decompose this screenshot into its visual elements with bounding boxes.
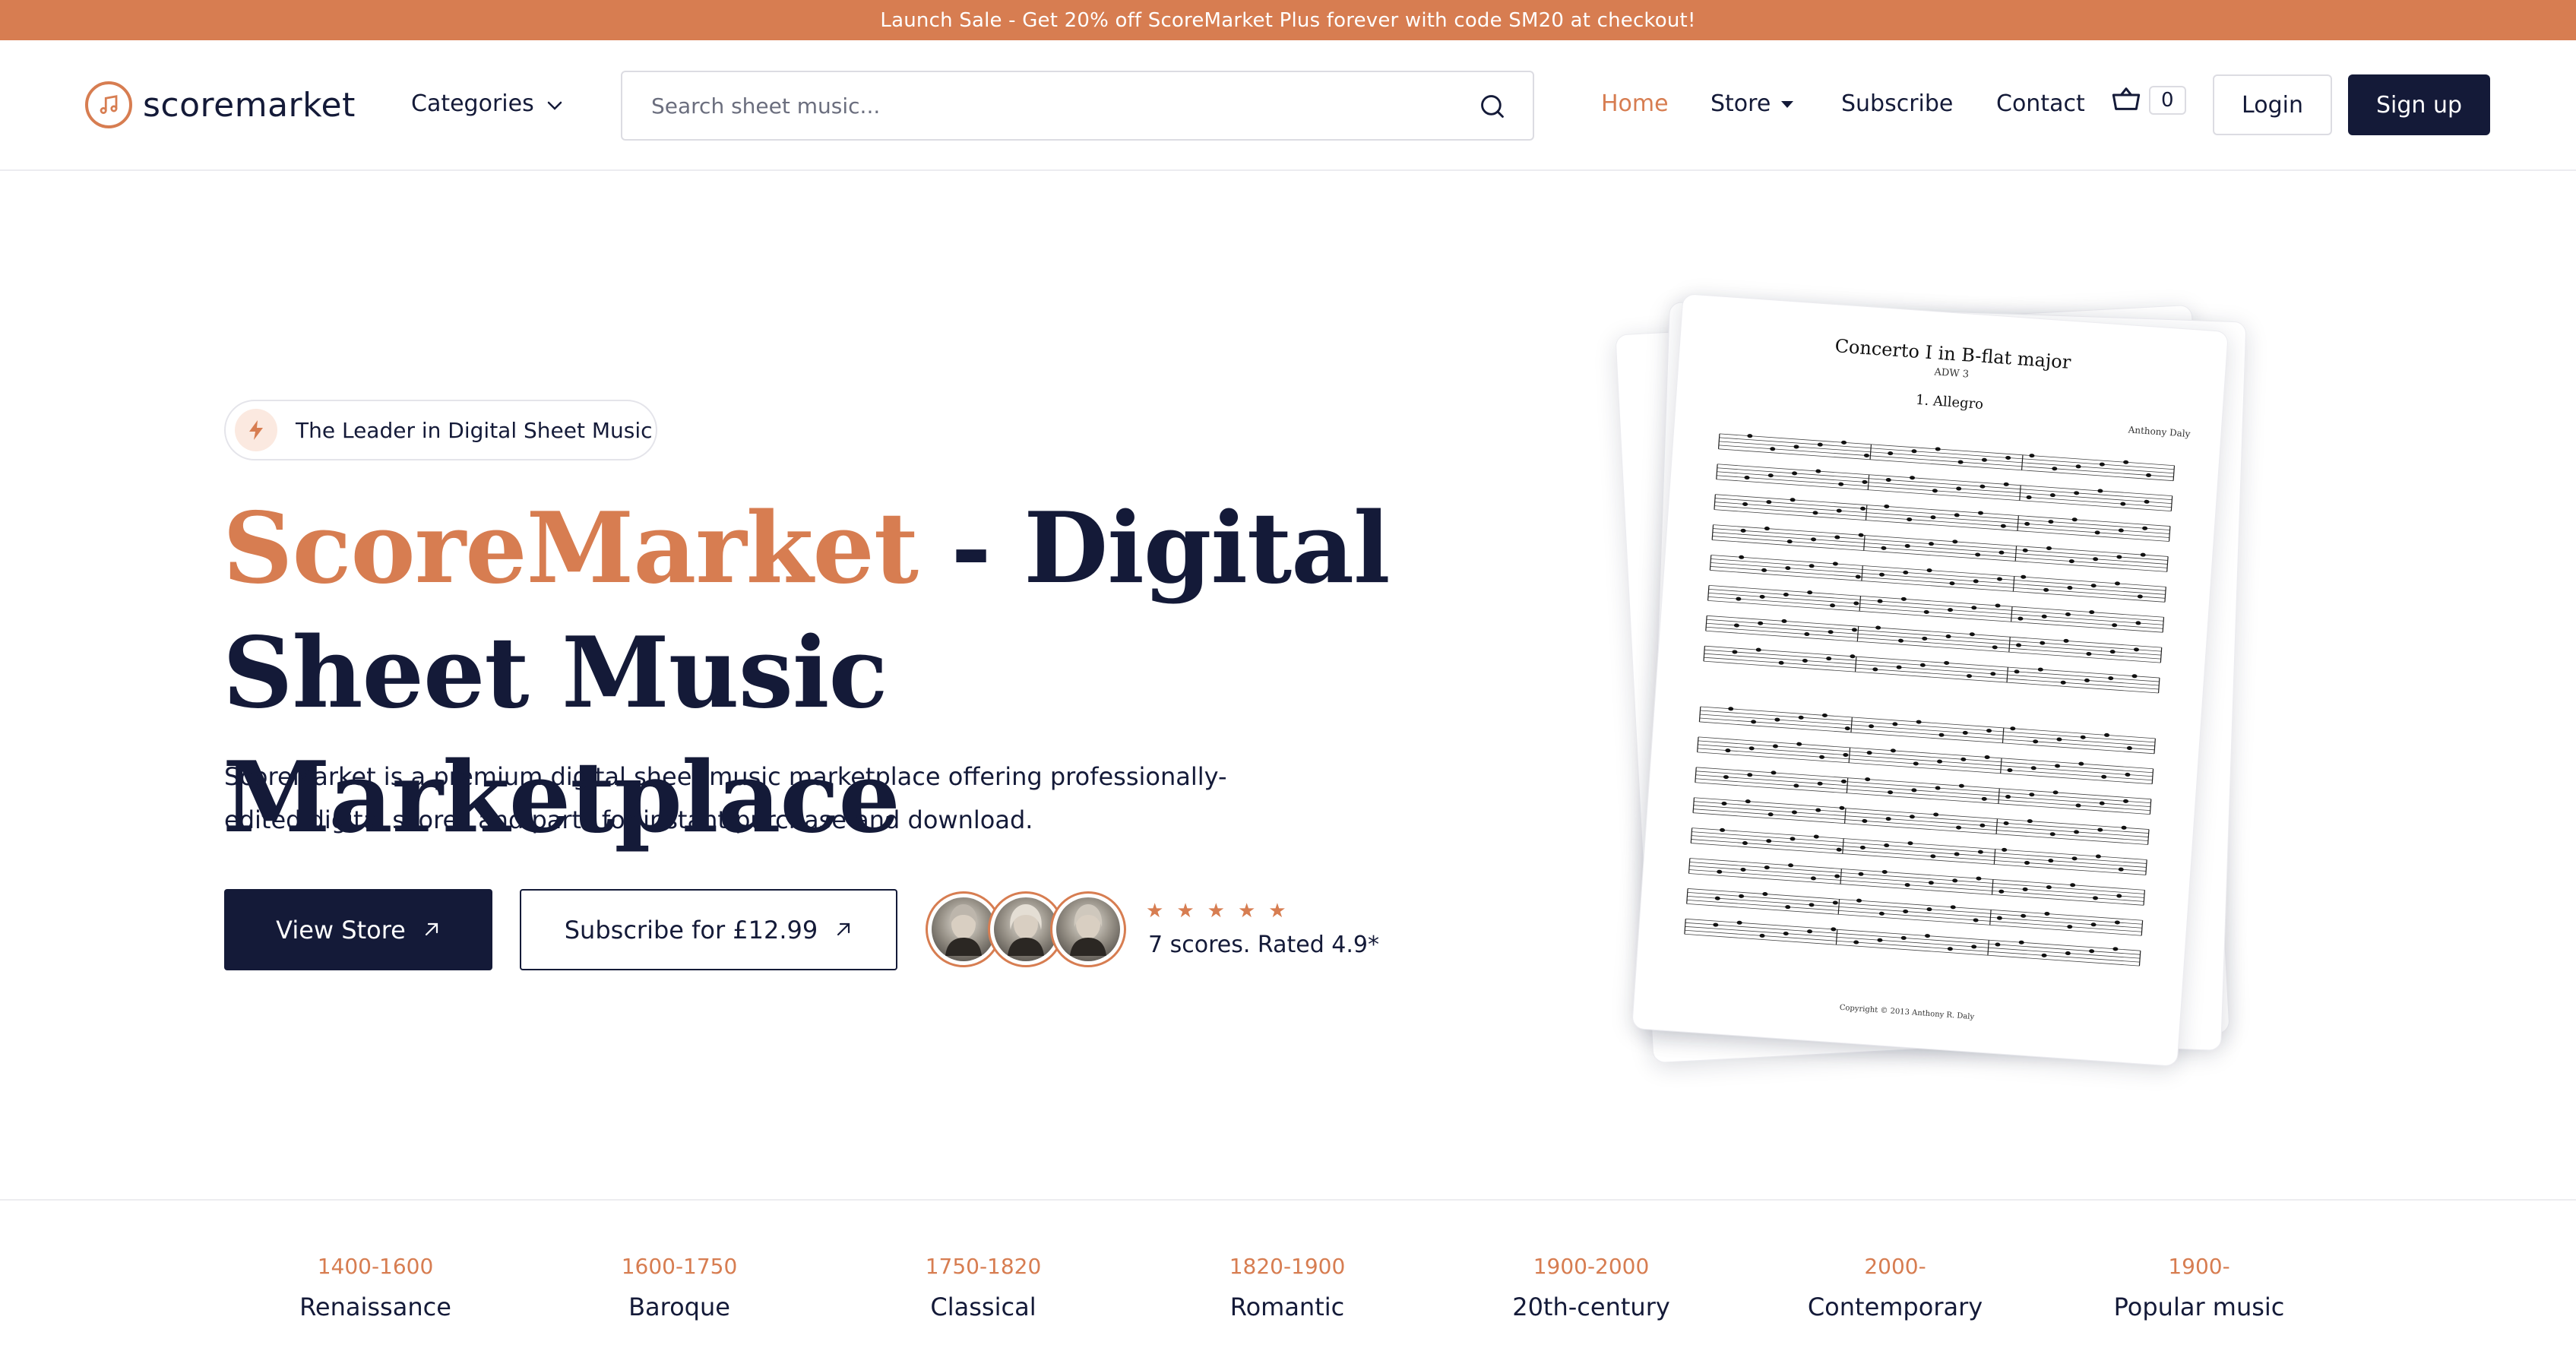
- era-name: Baroque: [628, 1293, 730, 1321]
- era-name: 20th-century: [1512, 1293, 1670, 1321]
- era-item[interactable]: 1820-1900 Romantic: [1135, 1254, 1439, 1321]
- era-strip: 1400-1600 Renaissance 1600-1750 Baroque 1750…: [0, 1199, 2576, 1348]
- cart-count: 0: [2149, 86, 2186, 115]
- announcement-text: Launch Sale - Get 20% off ScoreMarket Pl…: [880, 8, 1696, 32]
- era-name: Romantic: [1229, 1293, 1345, 1321]
- era-item[interactable]: 1900-2000 20th-century: [1439, 1254, 1743, 1321]
- era-years: 1400-1600: [317, 1254, 434, 1279]
- era-item[interactable]: 1750-1820 Classical: [831, 1254, 1135, 1321]
- star-icon: ★: [1207, 900, 1225, 922]
- music-staff-illustration: [1684, 433, 2176, 967]
- cart-button[interactable]: 0: [2111, 84, 2186, 116]
- hero-badge: The Leader in Digital Sheet Music: [224, 400, 657, 460]
- star-icon: ★: [1268, 900, 1286, 922]
- site-header: scoremarket Categories Home Store Subscr…: [0, 40, 2576, 171]
- arrow-up-right-icon: [834, 916, 853, 945]
- era-years: 1820-1900: [1229, 1254, 1346, 1279]
- era-years: 2000-: [1864, 1254, 1926, 1279]
- nav-store-label: Store: [1710, 90, 1771, 117]
- era-years: 1900-: [2168, 1254, 2230, 1279]
- caret-down-icon: [1781, 101, 1794, 108]
- lightning-icon: [235, 409, 277, 451]
- view-store-label: View Store: [276, 915, 406, 945]
- search-input[interactable]: [622, 72, 1533, 139]
- view-store-button[interactable]: View Store: [224, 889, 492, 970]
- login-button[interactable]: Login: [2213, 74, 2332, 135]
- nav-store[interactable]: Store: [1710, 90, 1794, 117]
- search-icon[interactable]: [1478, 92, 1507, 124]
- music-note-icon: [85, 81, 132, 128]
- era-years: 1900-2000: [1533, 1254, 1650, 1279]
- subscribe-button[interactable]: Subscribe for £12.99: [520, 889, 897, 970]
- star-icon: ★: [1237, 900, 1256, 922]
- hero-badge-text: The Leader in Digital Sheet Music: [296, 417, 653, 443]
- categories-label: Categories: [411, 90, 534, 117]
- hero-description: ScoreMarket is a premium digital sheet m…: [224, 762, 1227, 834]
- composer-avatars: [926, 891, 1126, 967]
- score-copyright: Copyright © 2013 Anthony R. Daly: [1839, 1003, 1975, 1022]
- chevron-down-icon: [546, 90, 563, 117]
- subscribe-label: Subscribe for £12.99: [564, 915, 818, 945]
- avatar: [1050, 891, 1126, 967]
- basket-icon: [2111, 84, 2141, 116]
- announcement-bar: Launch Sale - Get 20% off ScoreMarket Pl…: [0, 0, 2576, 40]
- logo[interactable]: scoremarket: [85, 81, 356, 128]
- nav-subscribe[interactable]: Subscribe: [1841, 90, 1953, 117]
- era-item[interactable]: 2000- Contemporary: [1743, 1254, 2047, 1321]
- star-icon: ★: [1146, 900, 1164, 922]
- era-name: Contemporary: [1807, 1293, 1983, 1321]
- era-name: Renaissance: [299, 1293, 451, 1321]
- sheet-music-page: Concerto I in B-flat major ADW 3 1. Alle…: [1631, 293, 2229, 1067]
- era-name: Popular music: [2113, 1293, 2285, 1321]
- nav-home[interactable]: Home: [1601, 90, 1669, 117]
- era-item[interactable]: 1600-1750 Baroque: [527, 1254, 831, 1321]
- hero-title-accent: ScoreMarket: [223, 492, 919, 606]
- nav-contact[interactable]: Contact: [1996, 90, 2085, 117]
- rating-stars: ★ ★ ★ ★ ★: [1146, 901, 1286, 921]
- score-composer: Anthony Daly: [2128, 424, 2191, 440]
- rating-text: 7 scores. Rated 4.9*: [1148, 932, 1380, 958]
- categories-dropdown[interactable]: Categories: [411, 90, 563, 117]
- era-years: 1750-1820: [925, 1254, 1042, 1279]
- era-item[interactable]: 1400-1600 Renaissance: [223, 1254, 527, 1321]
- era-item[interactable]: 1900- Popular music: [2047, 1254, 2351, 1321]
- arrow-up-right-icon: [422, 916, 441, 945]
- search-box: [621, 71, 1534, 141]
- era-name: Classical: [930, 1293, 1036, 1321]
- logo-text: scoremarket: [143, 85, 356, 125]
- star-icon: ★: [1176, 900, 1195, 922]
- signup-button[interactable]: Sign up: [2348, 74, 2490, 135]
- era-years: 1600-1750: [621, 1254, 738, 1279]
